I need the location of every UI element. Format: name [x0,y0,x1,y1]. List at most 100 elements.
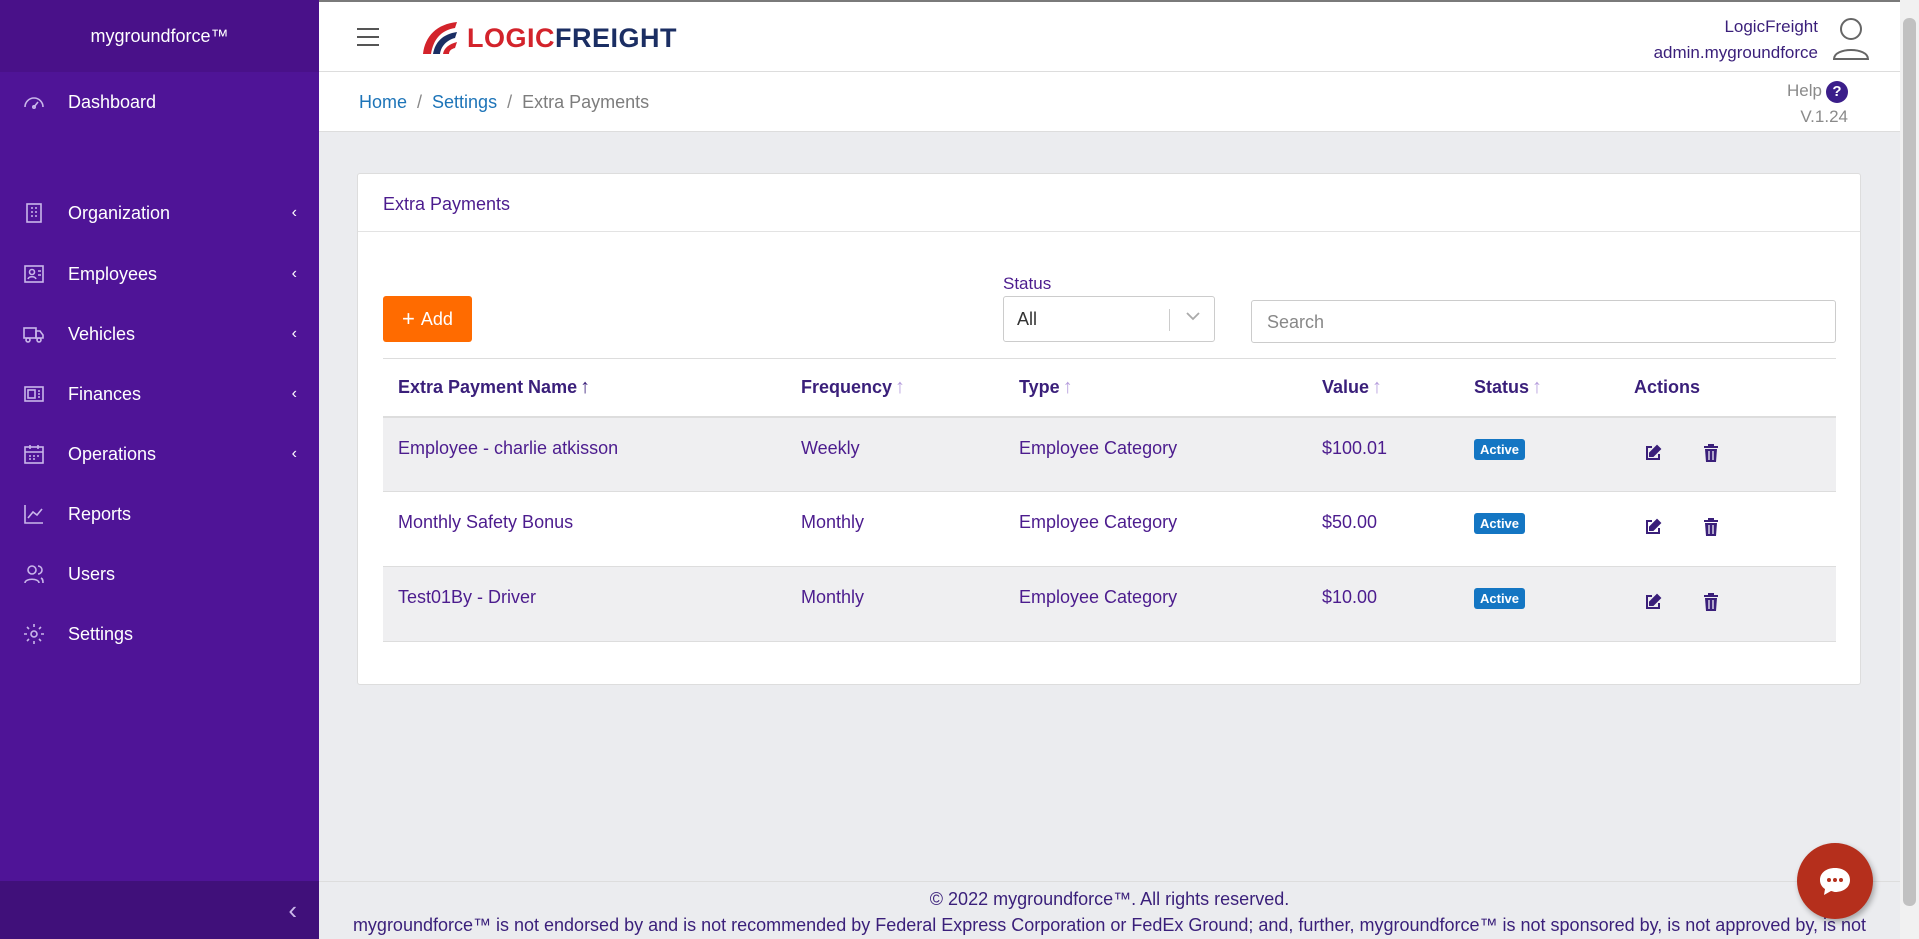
sidebar-item-label: Operations [68,443,157,464]
select-divider [1169,309,1170,331]
table-row: Employee - charlie atkisson Weekly Emplo… [383,416,1836,492]
username: admin.mygroundforce [1653,43,1818,62]
chevron-left-icon: ‹ [291,265,297,282]
column-header-frequency[interactable]: Frequency ↑ [786,358,1004,418]
sidebar-item-reports[interactable]: Reports [0,488,319,540]
scrollbar-thumb[interactable] [1903,18,1916,906]
disclaimer-text: mygroundforce™ is not endorsed by and is… [352,915,1867,935]
breadcrumb: Home / Settings / Extra Payments [359,92,649,113]
breadcrumb-settings[interactable]: Settings [432,92,497,112]
logo-text: LOGICFREIGHT [467,23,677,54]
chevron-left-icon: ‹ [291,385,297,402]
edit-icon[interactable] [1644,593,1662,611]
column-header-label: Frequency [801,376,893,397]
cell-status: Active [1459,566,1619,642]
employee-card-icon [22,262,46,286]
status-badge: Active [1474,513,1526,534]
edit-icon[interactable] [1644,518,1662,536]
sidebar-item-organization[interactable]: Organization ‹ [0,187,319,239]
breadcrumb-home[interactable]: Home [359,92,407,112]
column-header-label: Status [1474,376,1530,397]
status-filter-select[interactable]: All [1003,296,1215,342]
sidebar-item-dashboard[interactable]: Dashboard [0,76,319,128]
sidebar-item-label: Finances [68,383,142,404]
status-badge: Active [1474,588,1526,609]
scrollbar[interactable] [1900,0,1919,939]
sidebar-item-users[interactable]: Users [0,548,319,600]
table-row: Monthly Safety Bonus Monthly Employee Ca… [383,491,1836,567]
company-name: LogicFreight [1724,17,1818,36]
add-button-label: Add [420,308,453,329]
question-icon[interactable]: ? [1826,80,1848,103]
cell-frequency: Monthly [786,491,1004,567]
dashboard-icon [22,90,46,114]
trash-icon[interactable] [1703,593,1719,611]
cell-type: Employee Category [1004,491,1307,567]
building-icon [22,201,46,225]
sidebar-item-label: Reports [68,503,132,524]
edit-icon[interactable] [1644,444,1662,462]
cell-status: Active [1459,491,1619,567]
column-header-status[interactable]: Status ↑ [1459,358,1619,418]
trash-icon[interactable] [1703,518,1719,536]
sidebar-item-vehicles[interactable]: Vehicles ‹ [0,308,319,360]
chevron-left-icon: ‹ [291,204,297,221]
cell-actions [1619,416,1836,492]
help-link[interactable]: Help? [1787,78,1848,104]
breadcrumb-bar: Home / Settings / Extra Payments Help? V.1.2… [319,72,1900,132]
sidebar-item-employees[interactable]: Employees ‹ [0,248,319,300]
logo-text-freight: FREIGHT [555,22,677,53]
hamburger-menu-icon[interactable] [357,28,379,46]
version-label: V.1.24 [1800,107,1848,126]
chat-button[interactable] [1797,843,1873,919]
sidebar: mygroundforce™ Dashboard Organization ‹ … [0,0,319,939]
sort-arrow-icon: ↑ [1062,375,1073,398]
add-button[interactable]: + Add [383,296,472,342]
cell-value: $10.00 [1307,566,1459,642]
extra-payments-card: Extra Payments + Add Status All Search Ex… [357,173,1861,685]
logo: LOGICFREIGHT [419,18,677,58]
column-header-actions: Actions [1619,358,1836,418]
gear-icon [22,622,46,646]
sidebar-brand: mygroundforce™ [0,0,319,72]
sort-arrow-icon: ↑ [895,375,906,398]
cell-actions [1619,566,1836,642]
extra-payments-table: Extra Payment Name ↑ Frequency ↑ Type ↑ Val… [383,358,1836,642]
cell-type: Employee Category [1004,566,1307,642]
sidebar-item-operations[interactable]: Operations ‹ [0,428,319,480]
chevron-down-icon [1186,308,1200,326]
cell-frequency: Weekly [786,416,1004,492]
column-header-type[interactable]: Type ↑ [1004,358,1307,418]
sidebar-item-label: Organization [68,202,171,223]
column-header-label: Type [1019,376,1060,397]
sort-arrow-icon: ↑ [580,375,591,398]
cell-value: $100.01 [1307,416,1459,492]
column-header-value[interactable]: Value ↑ [1307,358,1459,418]
cell-actions [1619,491,1836,567]
calendar-icon [22,442,46,466]
column-header-name[interactable]: Extra Payment Name ↑ [383,358,786,418]
table-row: Test01By - Driver Monthly Employee Categ… [383,566,1836,642]
help-block: Help? V.1.24 [1787,78,1848,130]
breadcrumb-separator: / [507,92,513,112]
sidebar-item-finances[interactable]: Finances ‹ [0,368,319,420]
truck-icon [22,322,46,346]
search-input[interactable]: Search [1251,300,1836,343]
sidebar-item-settings[interactable]: Settings [0,608,319,660]
sidebar-item-label: Users [68,563,116,584]
user-avatar-icon[interactable] [1832,16,1870,65]
cell-frequency: Monthly [786,566,1004,642]
chevron-left-icon: ‹ [291,445,297,462]
plus-icon: + [402,306,415,331]
users-icon [22,562,46,586]
user-info[interactable]: LogicFreight admin.mygroundforce [1654,14,1818,66]
chat-bubble-icon [1820,868,1850,895]
sidebar-item-label: Employees [68,263,158,284]
footer: © 2022 mygroundforce™. All rights reserv… [319,881,1900,939]
breadcrumb-current: Extra Payments [522,92,650,112]
trash-icon[interactable] [1703,443,1719,462]
chevron-left-icon[interactable]: ‹ [288,895,297,926]
cell-type: Employee Category [1004,416,1307,492]
chevron-left-icon: ‹ [291,325,297,342]
logo-mark-icon [423,22,457,54]
